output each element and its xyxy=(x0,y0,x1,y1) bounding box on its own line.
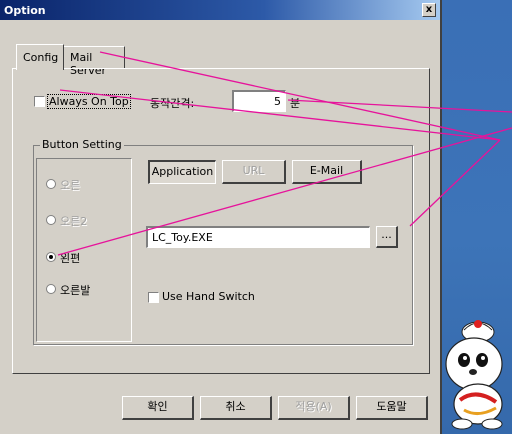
radio-option-4-label: 오른발 xyxy=(60,284,91,297)
tab-mail-server[interactable]: Mail Server xyxy=(63,46,125,77)
always-on-top-label[interactable]: Always On Top xyxy=(47,94,131,109)
radio-option-1-label: 오른 xyxy=(60,179,81,192)
browse-button[interactable]: ... xyxy=(376,226,398,248)
radio-option-3-label: 왼편 xyxy=(60,252,81,265)
hand-switch-label: Use Hand Switch xyxy=(162,290,255,303)
url-button-label: URL xyxy=(242,164,265,177)
interval-value: 5 xyxy=(274,95,281,108)
radio-option-1[interactable] xyxy=(46,179,56,189)
title-bar[interactable]: Option x xyxy=(0,0,440,20)
apply-button-label: 적용(A) xyxy=(295,400,332,413)
hand-switch-checkbox[interactable] xyxy=(148,292,159,303)
radio-option-4[interactable] xyxy=(46,284,56,294)
application-path-value: LC_Toy.EXE xyxy=(152,231,213,244)
application-button[interactable]: Application xyxy=(148,160,216,184)
application-path-input[interactable]: LC_Toy.EXE xyxy=(146,226,370,248)
interval-label: 동작간격: xyxy=(150,97,195,110)
tab-config-label: Config xyxy=(23,51,59,64)
button-setting-title: Button Setting xyxy=(40,138,124,151)
url-button[interactable]: URL xyxy=(222,160,286,184)
radio-option-2[interactable] xyxy=(46,215,56,225)
always-on-top-checkbox[interactable] xyxy=(34,96,45,107)
interval-unit: 분 xyxy=(290,97,301,110)
tab-config[interactable]: Config xyxy=(16,44,64,70)
apply-button[interactable]: 적용(A) xyxy=(278,396,350,420)
mascot-icon xyxy=(445,320,503,430)
help-button[interactable]: 도움말 xyxy=(356,396,428,420)
radio-option-3[interactable] xyxy=(46,252,56,262)
close-button[interactable]: x xyxy=(422,3,436,17)
ok-button[interactable]: 확인 xyxy=(122,396,194,420)
radio-option-2-label: 오른2 xyxy=(60,215,88,228)
email-button[interactable]: E-Mail xyxy=(292,160,362,184)
interval-input[interactable]: 5 xyxy=(232,90,286,112)
cancel-button[interactable]: 취소 xyxy=(200,396,272,420)
option-dialog: Option x Config Mail Server Always On To… xyxy=(0,0,442,434)
window-title: Option xyxy=(4,4,46,17)
